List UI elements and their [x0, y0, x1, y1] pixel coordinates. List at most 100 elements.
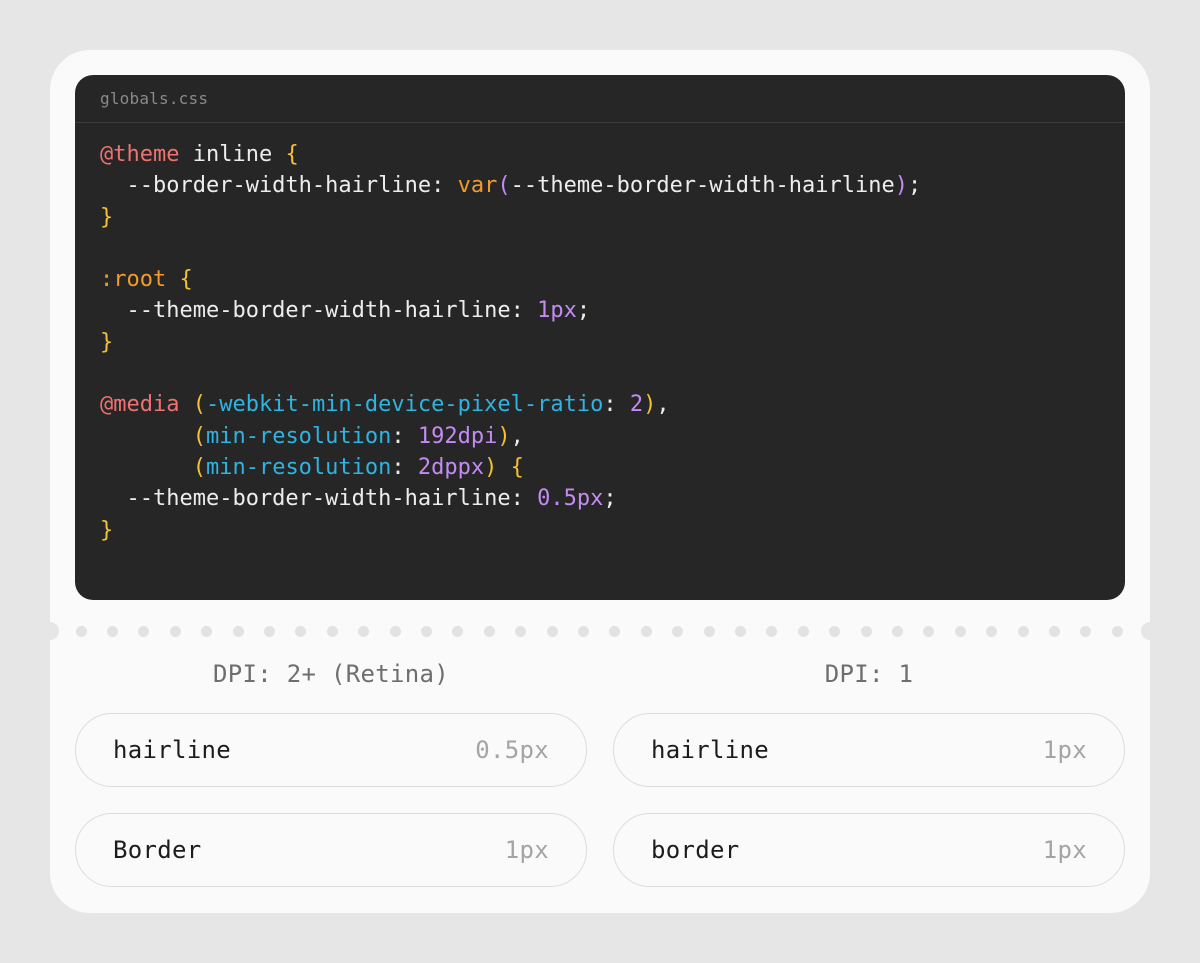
code-line: @media (-webkit-min-device-pixel-ratio: … [100, 389, 1105, 420]
code-token: ( [192, 392, 206, 418]
code-editor-header: globals.css [75, 75, 1125, 123]
code-token: : [603, 392, 630, 418]
code-line: :root { [100, 264, 1105, 295]
code-token: } [100, 329, 114, 355]
divider-dot [609, 625, 621, 637]
code-token: --theme-border-width-hairline: [100, 298, 538, 324]
divider-dot [734, 625, 746, 637]
code-token: { [510, 454, 524, 480]
code-token: { [179, 267, 193, 293]
code-token: --border-width-hairline: [100, 173, 458, 199]
code-token: { [285, 142, 299, 167]
retina-border-row: Border 1px [75, 813, 587, 887]
retina-column-title: DPI: 2+ (Retina) [213, 660, 449, 688]
retina-hairline-row: hairline 0.5px [75, 713, 587, 787]
code-line: @theme inline { [100, 139, 1105, 170]
divider-dot [546, 625, 558, 637]
divider-dot [954, 625, 966, 637]
code-token: ( [192, 454, 206, 480]
code-token: ; [603, 486, 617, 512]
code-line: --border-width-hairline: var(--theme-bor… [100, 170, 1105, 201]
divider-dot [232, 625, 244, 637]
divider-dot [986, 625, 998, 637]
code-token: 1px [537, 298, 577, 324]
code-token: , [656, 392, 670, 418]
divider-dot [766, 625, 778, 637]
divider-dot [358, 625, 370, 637]
divider-dot [326, 625, 338, 637]
divider-notch-right [1141, 622, 1159, 640]
divider-dot [389, 625, 401, 637]
code-line: } [100, 327, 1105, 358]
divider-dot [672, 625, 684, 637]
code-token: min-resolution [205, 454, 392, 480]
code-token: ) [484, 454, 498, 480]
standard-border-row: border 1px [613, 813, 1125, 887]
row-label: border [651, 836, 740, 864]
code-editor-panel: globals.css @theme inline { --border-wid… [75, 75, 1125, 600]
row-value: 1px [504, 836, 549, 864]
divider-dot [1111, 625, 1123, 637]
divider-dot [201, 625, 213, 637]
code-token: } [100, 517, 114, 543]
code-token: ) [894, 173, 908, 199]
file-name: globals.css [100, 89, 209, 108]
divider-dot [420, 625, 432, 637]
code-token: ; [576, 298, 591, 324]
divider-dot [640, 625, 652, 637]
divider-dot [295, 625, 307, 637]
standard-column-title: DPI: 1 [824, 660, 914, 688]
divider-dot [263, 625, 275, 637]
divider-dot [860, 625, 872, 637]
divider-notch-left [41, 622, 59, 640]
divider-dot [797, 625, 809, 637]
code-line: (min-resolution: 2dppx) { [100, 452, 1105, 483]
row-label: Border [113, 836, 202, 864]
row-label: hairline [651, 736, 769, 764]
row-value: 1px [1042, 836, 1087, 864]
divider-dot [106, 625, 118, 637]
divider-dot [829, 625, 841, 637]
code-line: --theme-border-width-hairline: 1px; [100, 295, 1105, 326]
divider-dot [515, 625, 527, 637]
divider-dot [923, 625, 935, 637]
divider-dot [891, 625, 903, 637]
code-token: ( [497, 173, 511, 199]
code-token: 0.5px [537, 486, 604, 512]
divider-dot [138, 625, 150, 637]
code-body: @theme inline { --border-width-hairline:… [100, 139, 1105, 546]
code-token: @theme [100, 142, 180, 167]
code-token: , [510, 423, 524, 449]
divider-dot [1048, 625, 1060, 637]
code-token: ( [192, 423, 206, 449]
code-token: 2dppx [417, 454, 485, 480]
comparison-card: globals.css @theme inline { --border-wid… [41, 50, 1159, 913]
code-line: (min-resolution: 192dpi), [100, 421, 1105, 452]
divider-dot [577, 625, 589, 637]
code-token: var [457, 173, 498, 199]
code-line: --theme-border-width-hairline: 0.5px; [100, 483, 1105, 514]
code-token: : [391, 454, 418, 480]
divider-dot [1017, 625, 1029, 637]
divider-dot [452, 625, 464, 637]
code-token: ) [643, 392, 657, 418]
divider-dot [75, 625, 87, 637]
divider-dot [483, 625, 495, 637]
divider-dot [169, 625, 181, 637]
code-token: ) [497, 423, 511, 449]
row-value: 0.5px [475, 736, 549, 764]
code-token: -webkit-min-device-pixel-ratio [205, 392, 604, 418]
row-value: 1px [1042, 736, 1087, 764]
code-token: 2 [629, 392, 644, 418]
divider-dot [703, 625, 715, 637]
code-token: @media [100, 392, 180, 418]
code-token: inline [179, 142, 286, 167]
code-token: : [391, 423, 418, 449]
